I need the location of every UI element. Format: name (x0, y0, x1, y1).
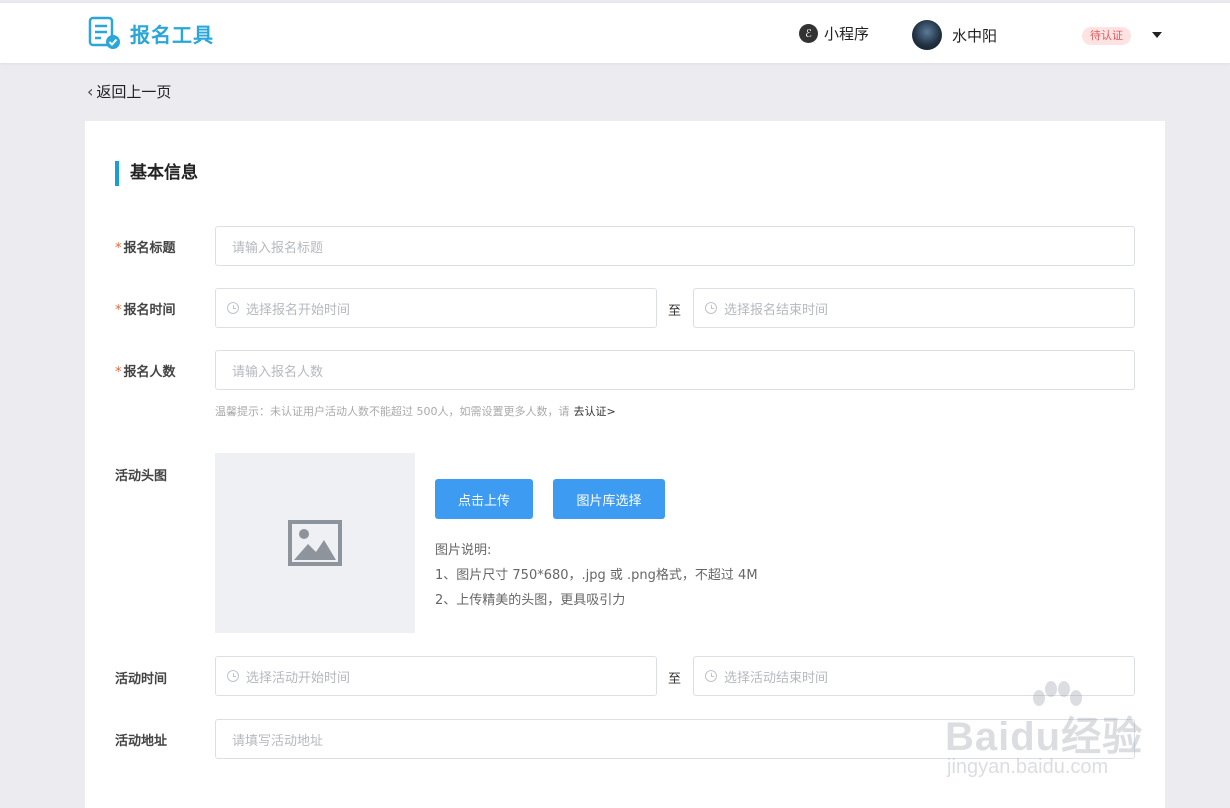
time-label-text: 报名时间 (123, 303, 176, 318)
chevron-down-icon[interactable] (1152, 32, 1162, 38)
time-start-placeholder: 选择报名开始时间 (246, 302, 351, 318)
count-placeholder: 请输入报名人数 (232, 364, 324, 380)
hint-text: 温馨提示：未认证用户活动人数不能超过 500人，如需设置更多人数，请 (215, 405, 570, 418)
image-placeholder-icon (288, 520, 342, 566)
activity-start-placeholder: 选择活动开始时间 (246, 670, 351, 686)
mini-program-label: 小程序 (824, 25, 870, 43)
auth-status-badge[interactable]: 待认证 (1082, 27, 1131, 45)
top-header: 报名工具 ℰ 小程序 水中阳 待认证 (0, 2, 1230, 63)
clock-icon (705, 302, 717, 314)
time-label: * 报名时间 (115, 299, 176, 318)
activity-time-separator: 至 (668, 672, 682, 687)
library-button[interactable]: 图片库选择 (553, 479, 665, 519)
back-label: 返回上一页 (96, 83, 172, 101)
activity-time-label: 活动时间 (115, 672, 168, 687)
verify-link[interactable]: 去认证> (574, 405, 616, 418)
baidu-watermark: Baidu经验 jingyan.baidu.com (945, 680, 1170, 790)
mini-program-icon: ℰ (799, 24, 818, 43)
watermark-brand: Baidu经验 (945, 715, 1144, 759)
title-label: * 报名标题 (115, 237, 176, 256)
upload-button[interactable]: 点击上传 (435, 479, 533, 519)
image-desc-title: 图片说明: (435, 543, 492, 558)
time-end-input[interactable]: 选择报名结束时间 (693, 288, 1135, 328)
image-label: 活动头图 (115, 469, 168, 484)
count-label-text: 报名人数 (123, 365, 176, 380)
chevron-left-icon: ‹ (87, 82, 94, 101)
required-mark: * (115, 365, 122, 380)
clock-icon (227, 670, 239, 682)
title-input[interactable]: 请输入报名标题 (215, 226, 1135, 266)
image-preview[interactable] (215, 453, 415, 633)
mini-program-link[interactable]: ℰ 小程序 (799, 23, 869, 44)
time-start-input[interactable]: 选择报名开始时间 (215, 288, 657, 328)
watermark-url: jingyan.baidu.com (947, 756, 1109, 778)
count-hint: 温馨提示：未认证用户活动人数不能超过 500人，如需设置更多人数，请 去认证> (215, 403, 616, 419)
logo-icon[interactable] (86, 15, 122, 51)
required-mark: * (115, 241, 122, 256)
clock-icon (227, 302, 239, 314)
required-mark: * (115, 303, 122, 318)
address-label: 活动地址 (115, 734, 168, 749)
avatar[interactable] (912, 20, 942, 50)
section-title: 基本信息 (115, 161, 198, 186)
clock-icon (705, 670, 717, 682)
back-link[interactable]: ‹ 返回上一页 (87, 81, 171, 102)
activity-end-placeholder: 选择活动结束时间 (724, 670, 829, 686)
activity-start-input[interactable]: 选择活动开始时间 (215, 656, 657, 696)
count-label: * 报名人数 (115, 361, 176, 380)
address-placeholder: 请填写活动地址 (232, 733, 324, 749)
time-separator: 至 (668, 304, 682, 319)
image-desc-2: 2、上传精美的头图，更具吸引力 (435, 593, 626, 608)
time-end-placeholder: 选择报名结束时间 (724, 302, 829, 318)
count-input[interactable]: 请输入报名人数 (215, 350, 1135, 390)
image-desc-1: 1、图片尺寸 750*680，.jpg 或 .png格式，不超过 4M (435, 568, 758, 583)
user-name[interactable]: 水中阳 (952, 25, 997, 46)
title-placeholder: 请输入报名标题 (232, 240, 324, 256)
title-label-text: 报名标题 (123, 241, 176, 256)
logo-text[interactable]: 报名工具 (130, 19, 214, 48)
